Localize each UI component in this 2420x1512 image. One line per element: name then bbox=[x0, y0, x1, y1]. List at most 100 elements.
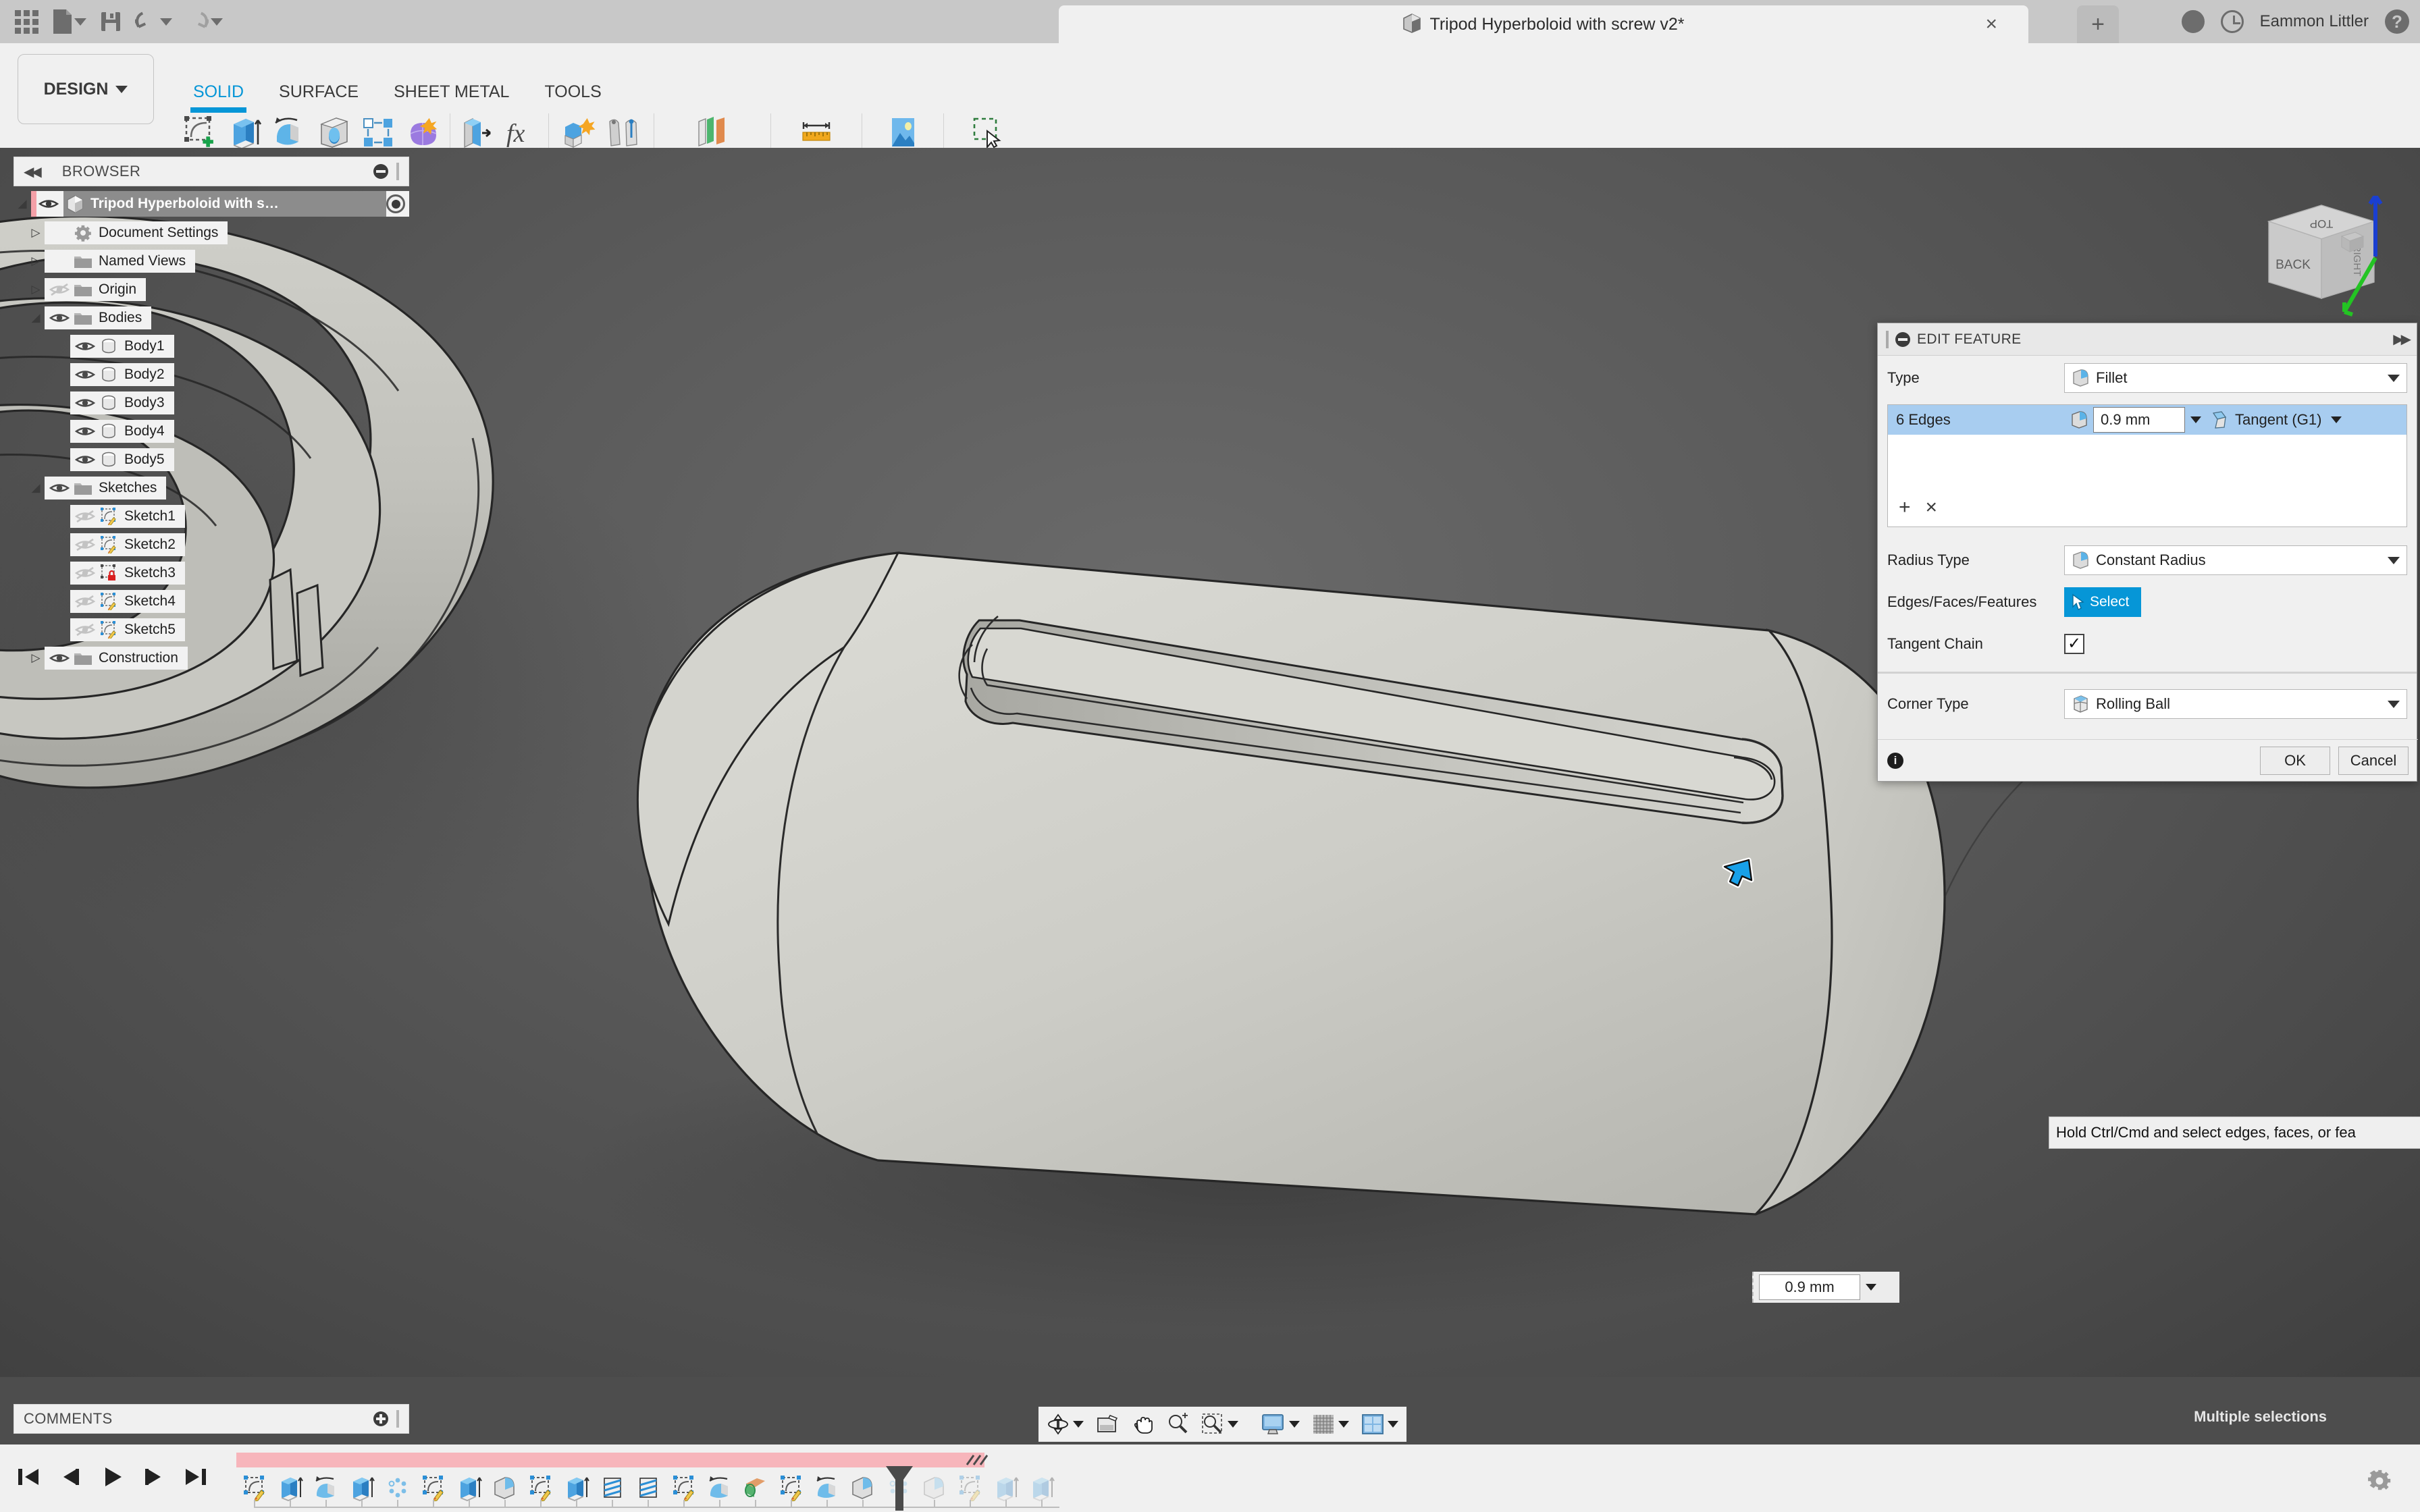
dialog-grip[interactable] bbox=[1886, 330, 1889, 348]
zoom-window-icon[interactable] bbox=[1201, 1413, 1238, 1436]
info-icon[interactable]: i bbox=[1887, 752, 1903, 769]
document-tab[interactable]: Tripod Hyperboloid with screw v2* × bbox=[1059, 5, 2028, 43]
cancel-button[interactable]: Cancel bbox=[2338, 746, 2409, 775]
grid-snap-icon[interactable] bbox=[1312, 1413, 1349, 1435]
type-select[interactable]: Fillet bbox=[2064, 363, 2407, 393]
orbit-icon[interactable] bbox=[1047, 1413, 1084, 1436]
revolve-icon[interactable] bbox=[271, 115, 307, 153]
undo-icon[interactable] bbox=[130, 3, 178, 40]
fillet-radius-input[interactable]: 0.9 mm bbox=[2093, 407, 2185, 433]
visibility-eye-icon[interactable] bbox=[47, 651, 72, 665]
browser-item-sketch2[interactable]: Sketch2 bbox=[14, 531, 409, 559]
measure-icon[interactable] bbox=[799, 115, 834, 153]
step-forward-icon[interactable] bbox=[140, 1463, 167, 1494]
visibility-eye-icon[interactable] bbox=[47, 311, 72, 325]
browser-item-sketches[interactable]: ◢ Sketches bbox=[14, 474, 409, 502]
radius-type-select[interactable]: Constant Radius bbox=[2064, 545, 2407, 575]
browser-root-row[interactable]: ◢ Tripod Hyperboloid with s… bbox=[14, 189, 409, 219]
twisty-collapsed-icon[interactable]: ▷ bbox=[27, 283, 45, 296]
twisty-expanded-icon[interactable]: ◢ bbox=[27, 481, 45, 495]
chevron-down-icon[interactable] bbox=[2190, 416, 2201, 423]
display-settings-icon[interactable] bbox=[1261, 1413, 1300, 1435]
browser-item-named-views[interactable]: ▷ Named Views bbox=[14, 247, 409, 275]
browser-item-sketch5[interactable]: Sketch5 bbox=[14, 616, 409, 644]
create-sketch-icon[interactable] bbox=[182, 115, 217, 153]
browser-item-sketch1[interactable]: Sketch1 bbox=[14, 502, 409, 531]
pan-icon[interactable] bbox=[1131, 1413, 1154, 1436]
browser-item-sketch4[interactable]: Sketch4 bbox=[14, 587, 409, 616]
new-tab-button[interactable]: + bbox=[2077, 5, 2119, 43]
twisty-expanded-icon[interactable]: ◢ bbox=[27, 311, 45, 325]
offset-plane-icon[interactable] bbox=[695, 115, 730, 153]
workspace-switcher-button[interactable]: DESIGN bbox=[18, 54, 154, 124]
tab-sheet-metal[interactable]: SHEET METAL bbox=[376, 82, 527, 113]
minimize-browser-icon[interactable] bbox=[373, 164, 388, 179]
step-back-icon[interactable] bbox=[57, 1463, 84, 1494]
view-cube[interactable]: TOP BACK RIGHT bbox=[2255, 194, 2417, 324]
form-icon[interactable] bbox=[405, 115, 440, 153]
hole-icon[interactable] bbox=[316, 115, 351, 153]
tangent-chain-checkbox[interactable] bbox=[2064, 634, 2084, 654]
visibility-eye-icon[interactable] bbox=[73, 453, 97, 466]
visibility-off-icon[interactable] bbox=[73, 623, 97, 637]
visibility-eye-icon[interactable] bbox=[73, 368, 97, 381]
visibility-eye-icon[interactable] bbox=[73, 425, 97, 438]
extrude-icon[interactable] bbox=[227, 115, 262, 153]
edit-feature-dialog[interactable]: EDIT FEATURE ▶▶ Type Fillet 6 Edges 0.9 … bbox=[1877, 323, 2418, 782]
twisty-expanded-icon[interactable]: ◢ bbox=[14, 197, 31, 211]
viewports-icon[interactable] bbox=[1361, 1413, 1398, 1435]
browser-item-body2[interactable]: Body2 bbox=[14, 360, 409, 389]
browser-item-body3[interactable]: Body3 bbox=[14, 389, 409, 417]
visibility-off-icon[interactable] bbox=[73, 595, 97, 608]
save-icon[interactable] bbox=[95, 3, 127, 40]
visibility-off-icon[interactable] bbox=[47, 283, 72, 296]
browser-item-origin[interactable]: ▷ Origin bbox=[14, 275, 409, 304]
ok-button[interactable]: OK bbox=[2260, 746, 2330, 775]
canvas-radius-input[interactable]: 0.9 mm bbox=[1759, 1274, 1860, 1300]
visibility-eye-icon[interactable] bbox=[47, 481, 72, 495]
select-edges-button[interactable]: Select bbox=[2064, 587, 2142, 617]
expand-dialog-icon[interactable]: ▶▶ bbox=[2393, 331, 2411, 348]
edge-set-list[interactable]: 6 Edges 0.9 mm Tangent (G1) + × bbox=[1887, 404, 2407, 527]
add-selection-icon[interactable]: + bbox=[1899, 497, 1911, 518]
select-window-icon[interactable] bbox=[968, 115, 1003, 153]
insert-image-icon[interactable] bbox=[885, 115, 920, 153]
look-at-icon[interactable] bbox=[1096, 1413, 1119, 1435]
app-grid-icon[interactable] bbox=[9, 3, 44, 40]
remove-selection-icon[interactable]: × bbox=[1926, 497, 1938, 518]
corner-type-select[interactable]: Rolling Ball bbox=[2064, 689, 2407, 719]
chevron-down-icon[interactable] bbox=[1866, 1284, 1876, 1291]
change-parameters-icon[interactable]: fx bbox=[504, 115, 539, 153]
job-status-icon[interactable] bbox=[2181, 10, 2205, 33]
comments-resize-grip[interactable] bbox=[396, 1410, 399, 1428]
visibility-eye-icon[interactable] bbox=[73, 396, 97, 410]
browser-item-body1[interactable]: Body1 bbox=[14, 332, 409, 360]
tab-solid[interactable]: SOLID bbox=[176, 82, 261, 113]
visibility-eye-icon[interactable] bbox=[36, 197, 61, 211]
add-comment-icon[interactable] bbox=[373, 1411, 388, 1426]
user-name[interactable]: Eammon Littler bbox=[2260, 12, 2369, 31]
tab-tools[interactable]: TOOLS bbox=[527, 82, 619, 113]
timeline-track[interactable] bbox=[228, 1444, 2420, 1512]
minimize-dialog-icon[interactable] bbox=[1895, 331, 1910, 347]
browser-item-document-settings[interactable]: ▷ Document Settings bbox=[14, 219, 409, 247]
redo-icon[interactable] bbox=[180, 3, 228, 40]
twisty-collapsed-icon[interactable]: ▷ bbox=[27, 651, 45, 665]
visibility-eye-icon[interactable] bbox=[73, 340, 97, 353]
tab-surface[interactable]: SURFACE bbox=[261, 82, 376, 113]
edge-set-row[interactable]: 6 Edges 0.9 mm Tangent (G1) bbox=[1888, 405, 2406, 435]
visibility-off-icon[interactable] bbox=[73, 566, 97, 580]
press-pull-icon[interactable] bbox=[459, 115, 494, 153]
activate-component-radio[interactable] bbox=[386, 194, 405, 213]
recent-activity-icon[interactable] bbox=[2220, 10, 2244, 33]
browser-resize-grip[interactable] bbox=[396, 163, 399, 180]
new-component-icon[interactable] bbox=[561, 115, 596, 153]
zoom-icon[interactable] bbox=[1166, 1413, 1189, 1436]
go-to-end-icon[interactable] bbox=[182, 1463, 209, 1494]
joint-icon[interactable] bbox=[606, 115, 641, 153]
timeline-settings-gear-icon[interactable] bbox=[2367, 1469, 2392, 1496]
dialog-title-bar[interactable]: EDIT FEATURE ▶▶ bbox=[1878, 323, 2417, 356]
browser-item-sketch3[interactable]: Sketch3 bbox=[14, 559, 409, 587]
collapse-browser-icon[interactable]: ◀◀ bbox=[24, 163, 42, 180]
pattern-icon[interactable] bbox=[361, 115, 396, 153]
